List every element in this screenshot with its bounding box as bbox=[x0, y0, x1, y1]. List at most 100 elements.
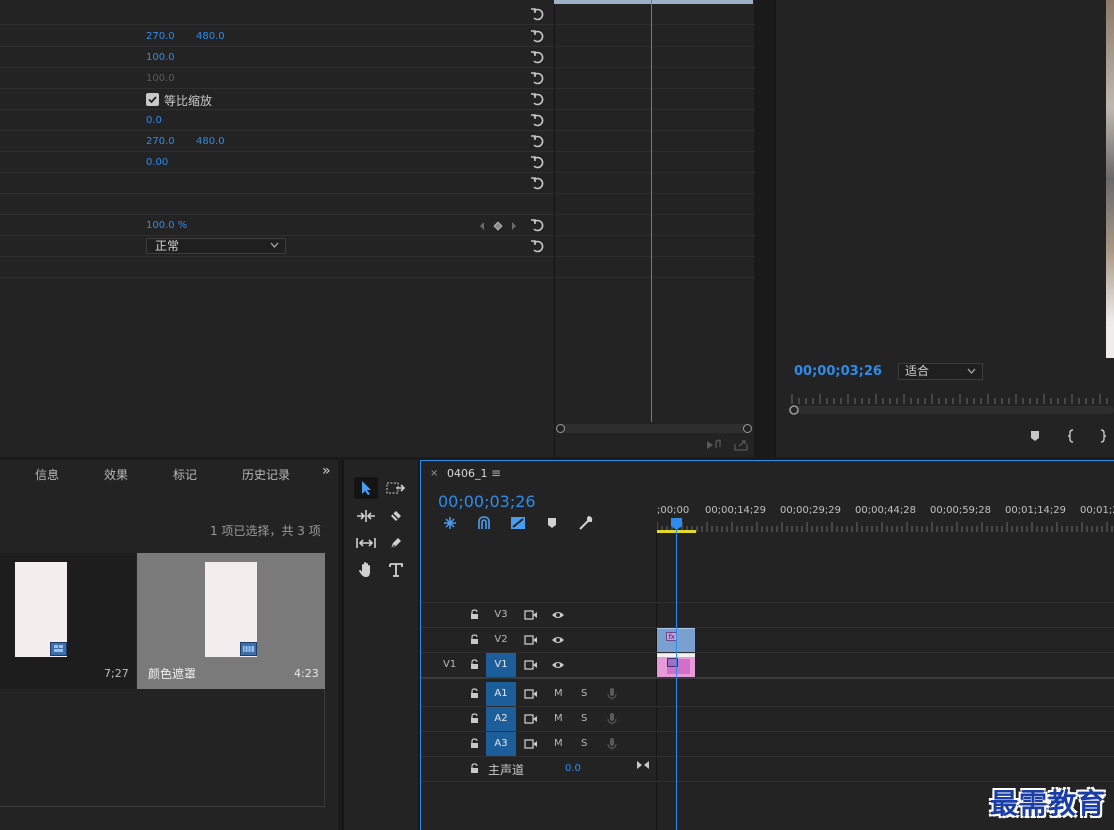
source-patch-v1[interactable]: V1 bbox=[443, 659, 456, 670]
timeline-playhead[interactable] bbox=[676, 530, 677, 830]
track-a3[interactable]: A3 M S bbox=[421, 732, 656, 756]
fit-select[interactable]: 适合 bbox=[898, 363, 983, 380]
solo-button[interactable]: S bbox=[581, 738, 587, 749]
opacity-value[interactable]: 100.0 % bbox=[146, 220, 187, 231]
program-time-ruler[interactable] bbox=[788, 392, 1114, 416]
wrench-icon[interactable] bbox=[577, 515, 595, 531]
project-item[interactable]: 7;27 bbox=[0, 553, 136, 689]
add-marker-icon[interactable] bbox=[543, 515, 561, 531]
anchor-y-value[interactable]: 480.0 bbox=[196, 136, 225, 147]
track-name[interactable]: V2 bbox=[486, 628, 516, 652]
tab-info[interactable]: 信息 bbox=[35, 466, 59, 483]
tab-effects[interactable]: 效果 bbox=[104, 466, 128, 483]
blend-mode-select[interactable]: 正常 bbox=[146, 238, 286, 254]
master-track-value[interactable]: 0.0 bbox=[565, 763, 581, 774]
effect-controls-playhead[interactable] bbox=[651, 0, 652, 422]
razor-tool[interactable] bbox=[384, 505, 408, 527]
track-v2[interactable]: V2 bbox=[421, 628, 656, 652]
reset-icon[interactable] bbox=[530, 155, 546, 169]
effect-controls-timeline[interactable] bbox=[554, 0, 755, 457]
slip-tool[interactable] bbox=[354, 532, 378, 554]
microphone-icon[interactable] bbox=[607, 687, 617, 701]
microphone-icon[interactable] bbox=[607, 737, 617, 751]
eye-icon[interactable] bbox=[551, 660, 565, 670]
mute-button[interactable]: M bbox=[554, 688, 563, 699]
rotation-value[interactable]: 0.0 bbox=[146, 115, 162, 126]
snap-icon[interactable] bbox=[475, 515, 493, 531]
solo-button[interactable]: S bbox=[581, 713, 587, 724]
sync-lock-icon[interactable] bbox=[524, 689, 538, 699]
export-icon[interactable] bbox=[734, 439, 748, 451]
effect-controls-scrollbar[interactable] bbox=[556, 424, 752, 433]
reset-icon[interactable] bbox=[530, 7, 546, 21]
lock-icon[interactable] bbox=[470, 659, 479, 670]
reset-icon[interactable] bbox=[530, 50, 546, 64]
lock-icon[interactable] bbox=[470, 763, 479, 774]
scroll-knob-right[interactable] bbox=[743, 424, 752, 433]
mute-button[interactable]: M bbox=[554, 738, 563, 749]
panel-overflow-icon[interactable]: » bbox=[322, 463, 331, 479]
position-x-value[interactable]: 270.0 bbox=[146, 31, 175, 42]
playhead-handle[interactable] bbox=[671, 518, 682, 530]
lock-icon[interactable] bbox=[470, 688, 479, 699]
reset-icon[interactable] bbox=[530, 113, 546, 127]
track-name[interactable]: V3 bbox=[486, 603, 516, 627]
timeline-timecode[interactable]: 00;00;03;26 bbox=[438, 492, 536, 511]
mark-out-icon[interactable] bbox=[1098, 429, 1108, 443]
track-v1[interactable]: V1 V1 bbox=[421, 653, 656, 677]
mark-in-icon[interactable] bbox=[1066, 429, 1076, 443]
nest-icon[interactable] bbox=[441, 515, 459, 531]
track-name[interactable]: A1 bbox=[486, 682, 516, 706]
item-name[interactable]: 颜色遮罩 bbox=[148, 665, 196, 682]
sync-lock-icon[interactable] bbox=[524, 635, 538, 645]
tab-markers[interactable]: 标记 bbox=[173, 466, 197, 483]
sync-lock-icon[interactable] bbox=[524, 610, 538, 620]
sync-lock-icon[interactable] bbox=[524, 714, 538, 724]
track-select-tool[interactable] bbox=[384, 477, 408, 499]
reset-icon[interactable] bbox=[530, 239, 546, 253]
lock-icon[interactable] bbox=[470, 609, 479, 620]
sync-lock-icon[interactable] bbox=[524, 739, 538, 749]
add-marker-icon[interactable] bbox=[1030, 430, 1040, 442]
lock-icon[interactable] bbox=[470, 738, 479, 749]
solo-button[interactable]: S bbox=[581, 688, 587, 699]
lock-icon[interactable] bbox=[470, 713, 479, 724]
ripple-edit-tool[interactable] bbox=[354, 505, 378, 527]
antiflicker-value[interactable]: 0.00 bbox=[146, 157, 168, 168]
audio-only-icon[interactable] bbox=[706, 439, 722, 451]
tab-history[interactable]: 历史记录 bbox=[242, 466, 290, 483]
anchor-x-value[interactable]: 270.0 bbox=[146, 136, 175, 147]
eye-icon[interactable] bbox=[551, 635, 565, 645]
track-a1[interactable]: A1 M S bbox=[421, 682, 656, 706]
reset-icon[interactable] bbox=[530, 176, 546, 190]
track-name[interactable]: A3 bbox=[486, 732, 516, 756]
reset-icon[interactable] bbox=[530, 29, 546, 43]
reset-icon[interactable] bbox=[530, 218, 546, 232]
track-master[interactable] bbox=[421, 757, 656, 781]
scroll-knob-left[interactable] bbox=[556, 424, 565, 433]
reset-icon[interactable] bbox=[530, 71, 546, 85]
position-y-value[interactable]: 480.0 bbox=[196, 31, 225, 42]
reset-icon[interactable] bbox=[530, 92, 546, 106]
keyframe-navigator-icon[interactable] bbox=[478, 220, 518, 232]
program-timecode[interactable]: 00;00;03;26 bbox=[794, 364, 882, 379]
eye-icon[interactable] bbox=[551, 610, 565, 620]
mute-button[interactable]: M bbox=[554, 713, 563, 724]
panel-menu-icon[interactable]: ≡ bbox=[491, 466, 501, 480]
master-meter-icon[interactable] bbox=[636, 759, 650, 771]
linked-selection-icon[interactable] bbox=[509, 515, 527, 531]
track-name[interactable]: V1 bbox=[486, 653, 516, 677]
pen-tool[interactable] bbox=[384, 532, 408, 554]
microphone-icon[interactable] bbox=[607, 712, 617, 726]
sequence-tab[interactable]: 0406_1 bbox=[447, 467, 488, 480]
lock-icon[interactable] bbox=[470, 634, 479, 645]
uniform-scale-checkbox[interactable] bbox=[146, 93, 159, 106]
track-v3[interactable]: V3 bbox=[421, 603, 656, 627]
timeline-time-ruler[interactable] bbox=[657, 520, 1114, 532]
type-tool[interactable] bbox=[384, 559, 408, 581]
hand-tool[interactable] bbox=[354, 559, 378, 581]
project-item-selected[interactable]: 颜色遮罩 4:23 bbox=[137, 553, 325, 689]
track-a2[interactable]: A2 M S bbox=[421, 707, 656, 731]
reset-icon[interactable] bbox=[530, 134, 546, 148]
close-tab-icon[interactable]: × bbox=[430, 468, 438, 479]
